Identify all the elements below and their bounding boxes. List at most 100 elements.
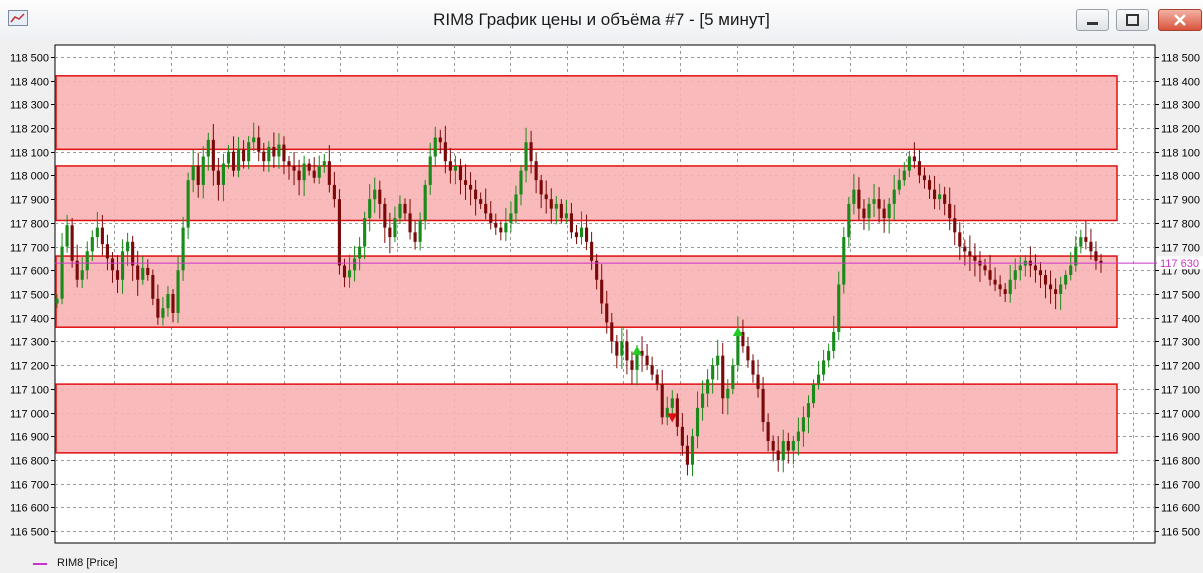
candle-body	[690, 436, 695, 465]
y-tick-label-left: 118 500	[10, 53, 49, 65]
candle-body	[267, 146, 271, 162]
candle-body	[1033, 265, 1037, 271]
candle-body	[897, 180, 901, 190]
y-tick-label-right: 117 100	[1161, 385, 1200, 397]
candle-body	[569, 213, 573, 233]
y-tick-label-left: 118 400	[10, 77, 49, 89]
candle-body	[746, 346, 750, 361]
candle-body	[922, 175, 927, 181]
candle-body	[872, 199, 876, 204]
candle-body	[620, 341, 624, 356]
candle-body	[796, 431, 800, 442]
candle-body	[221, 163, 225, 185]
candle-body	[549, 199, 553, 209]
y-tick-label-left: 117 100	[10, 385, 49, 397]
legend-series-swatch	[33, 563, 47, 565]
candle-body	[337, 199, 341, 266]
y-tick-label-left: 118 000	[10, 171, 49, 183]
y-tick-label-left: 116 900	[10, 432, 49, 444]
candle-body	[115, 270, 120, 280]
candle-body	[494, 222, 498, 228]
candle-body	[358, 246, 362, 259]
close-button[interactable]	[1158, 9, 1202, 31]
y-tick-label-right: 117 000	[1161, 409, 1200, 421]
candle-body	[574, 232, 579, 238]
candle-body	[801, 417, 805, 432]
candle-body	[655, 374, 659, 385]
candle-body	[206, 139, 210, 157]
candle-body	[307, 163, 311, 171]
candle-body	[463, 180, 468, 185]
candle-body	[121, 251, 125, 280]
candle-body	[534, 161, 538, 181]
candle-body	[585, 227, 589, 242]
candle-body	[988, 270, 992, 280]
candle-body	[156, 298, 160, 318]
candle-body	[847, 203, 851, 238]
candle-body	[141, 267, 145, 280]
y-tick-label-left: 116 600	[10, 503, 49, 515]
candle-body	[948, 203, 952, 219]
candle-body	[514, 194, 518, 214]
candle-body	[413, 232, 417, 242]
candle-body	[973, 256, 977, 261]
candle-body	[958, 232, 962, 247]
maximize-button[interactable]	[1116, 9, 1149, 31]
candle-body	[453, 165, 457, 171]
candle-body	[630, 360, 634, 370]
candle-body	[408, 213, 412, 233]
candle-body	[302, 163, 306, 181]
candle-body	[1059, 284, 1063, 294]
candle-body	[726, 388, 730, 399]
candle-body	[1043, 275, 1048, 285]
candle-body	[80, 270, 84, 280]
candle-body	[625, 341, 629, 361]
candle-body	[327, 161, 331, 185]
candle-body	[393, 218, 397, 238]
price-chart-canvas[interactable]: 118 500 118 500 118 400 118 400 118 300 118 3…	[0, 41, 1203, 554]
candle-body	[933, 189, 937, 200]
candle-body	[519, 170, 523, 195]
candle-body	[196, 165, 200, 185]
y-tick-label-right: 117 400	[1161, 314, 1200, 326]
candle-body	[110, 258, 115, 271]
candle-body	[191, 165, 195, 181]
candle-body	[242, 149, 246, 162]
candle-body	[645, 355, 649, 366]
candle-body	[827, 350, 831, 361]
y-tick-label-right: 116 700	[1161, 480, 1200, 492]
candle-body	[378, 189, 382, 204]
candle-body	[347, 270, 352, 278]
candle-body	[443, 142, 447, 162]
y-tick-label-right: 118 500	[1161, 53, 1200, 65]
candle-body	[1064, 275, 1068, 285]
candle-body	[579, 227, 584, 238]
candle-body	[1084, 237, 1088, 242]
candle-body	[887, 203, 891, 219]
window-titlebar[interactable]: RIM8 График цены и объёма #7 - [5 минут]	[0, 0, 1203, 42]
candle-body	[105, 244, 109, 259]
candle-body	[201, 156, 205, 185]
candle-body	[917, 161, 921, 176]
candle-body	[721, 355, 725, 399]
candle-body	[403, 203, 407, 214]
minimize-button[interactable]	[1076, 9, 1109, 31]
candle-body	[943, 194, 947, 204]
candle-body	[176, 270, 180, 313]
y-tick-label-left: 117 700	[10, 243, 49, 255]
candle-body	[852, 189, 856, 204]
candle-body	[474, 189, 478, 200]
candle-body	[226, 151, 231, 164]
candle-body	[1054, 289, 1058, 294]
price-chart[interactable]: 118 500 118 500 118 400 118 400 118 300 118 3…	[0, 41, 1203, 554]
y-tick-label-right: 118 000	[1161, 171, 1200, 183]
chart-legend: RIM8 [Price]	[0, 554, 1203, 573]
candle-body	[373, 189, 377, 200]
candle-body	[181, 227, 185, 271]
candle-body	[282, 144, 286, 162]
y-tick-label-left: 116 800	[10, 456, 49, 468]
candle-body	[1008, 279, 1012, 294]
y-tick-label-right: 116 500	[1161, 527, 1200, 539]
y-tick-label-right: 117 800	[1161, 219, 1200, 231]
candle-body	[559, 203, 563, 219]
